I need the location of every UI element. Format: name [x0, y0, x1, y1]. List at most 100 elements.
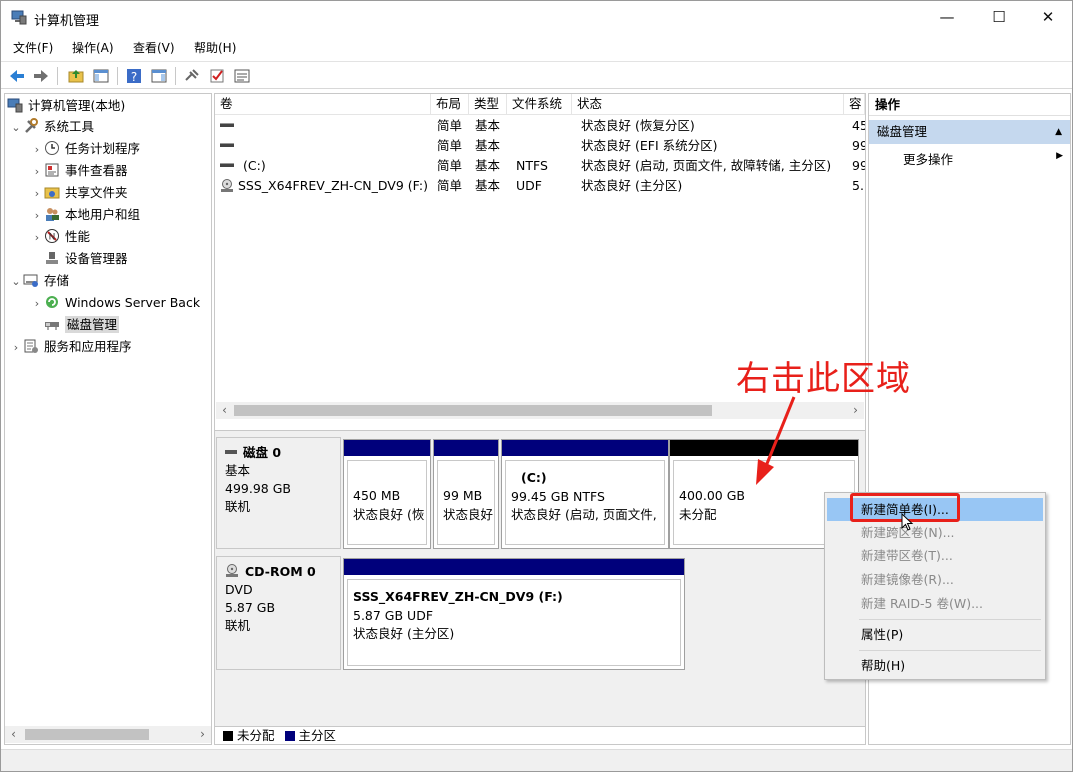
console-tree-pane: 计算机管理(本地) ⌄ 系统工具 › 任务计划程序 › 事件查看器 › 共享文件夹 › 本…: [4, 93, 212, 745]
primary-partition-bar: [344, 440, 430, 456]
disk-type: DVD: [225, 582, 253, 597]
volume-filesystem: NTFS: [516, 158, 548, 173]
tree-item-local-users[interactable]: › 本地用户和组: [30, 204, 140, 225]
expand-chevron-icon[interactable]: ›: [30, 161, 44, 182]
menu-view[interactable]: 查看(V): [133, 39, 175, 56]
close-button[interactable]: ✕: [1025, 1, 1071, 33]
menu-help[interactable]: 帮助(H): [194, 39, 236, 56]
back-arrow-icon[interactable]: [8, 67, 26, 85]
scroll-thumb[interactable]: [25, 729, 149, 740]
partition-c-drive[interactable]: (C:) 99.45 GB NTFS 状态良好 (启动, 页面文件,: [501, 439, 669, 549]
maximize-button[interactable]: ☐: [976, 1, 1022, 33]
column-header-status[interactable]: 状态: [572, 94, 844, 115]
menu-properties[interactable]: 属性(P): [827, 623, 1043, 646]
column-header-type[interactable]: 类型: [469, 94, 507, 115]
tree-label: 系统工具: [44, 119, 95, 134]
disk-management-icon: [45, 322, 59, 330]
tree-item-services-apps[interactable]: › 服务和应用程序: [9, 336, 132, 357]
expand-chevron-icon[interactable]: ›: [30, 293, 44, 314]
disk-name: 磁盘 0: [243, 445, 282, 460]
tree-item-device-manager[interactable]: 设备管理器: [44, 248, 128, 269]
annotation-arrow-icon: [756, 396, 796, 485]
tree-item-system-tools[interactable]: ⌄ 系统工具: [9, 116, 94, 137]
partition-status: 未分配: [679, 506, 717, 522]
volume-name: SSS_X64FREV_ZH-CN_DV9 (F:): [238, 178, 428, 193]
column-header-volume[interactable]: 卷: [215, 94, 431, 115]
tree-item-task-scheduler[interactable]: › 任务计划程序: [30, 138, 140, 159]
column-header-layout[interactable]: 布局: [431, 94, 469, 115]
scroll-left-icon[interactable]: ‹: [216, 402, 233, 419]
expand-chevron-icon[interactable]: ›: [30, 205, 44, 226]
partition-recovery[interactable]: 450 MB 状态良好 (恢: [343, 439, 431, 549]
scroll-right-icon[interactable]: ›: [194, 726, 211, 743]
menu-action[interactable]: 操作(A): [72, 39, 114, 56]
show-hide-console-tree-icon[interactable]: [92, 67, 110, 85]
column-header-capacity[interactable]: 容: [844, 94, 865, 115]
connect-icon[interactable]: [183, 67, 201, 85]
partition-efi[interactable]: 99 MB 状态良好: [433, 439, 499, 549]
menu-new-spanned-volume[interactable]: 新建跨区卷(N)...: [827, 521, 1043, 544]
tree-item-performance[interactable]: › N 性能: [30, 226, 90, 247]
volume-capacity: 5.: [852, 178, 864, 193]
primary-partition-bar: [502, 440, 668, 456]
volume-layout: 简单: [437, 138, 463, 153]
tree-item-windows-server-backup[interactable]: › Windows Server Back: [30, 292, 200, 313]
partition-size: 400.00 GB: [679, 488, 745, 503]
tree-label: 共享文件夹: [65, 185, 128, 200]
volume-row[interactable]: 简单 基本 状态良好 (恢复分区) 45: [215, 116, 865, 136]
shared-folder-icon: [44, 187, 60, 199]
volume-status: 状态良好 (EFI 系统分区): [581, 138, 718, 153]
legend-unallocated-swatch: [223, 731, 233, 741]
submenu-arrow-icon[interactable]: ▶: [1056, 151, 1063, 161]
volume-row[interactable]: (C:) 简单 基本 NTFS 状态良好 (启动, 页面文件, 故障转储, 主分…: [215, 156, 865, 176]
scroll-left-icon[interactable]: ‹: [5, 726, 22, 743]
cdrom-0-label[interactable]: CD-ROM 0 DVD 5.87 GB 联机: [216, 556, 341, 670]
minimize-button[interactable]: —: [924, 1, 970, 33]
mouse-cursor-icon: [901, 513, 914, 531]
toolbar: ?: [1, 61, 1072, 89]
tree-item-shared-folders[interactable]: › 共享文件夹: [30, 182, 128, 203]
expand-chevron-icon[interactable]: ›: [30, 183, 44, 204]
computer-management-icon: [7, 98, 23, 113]
check-icon[interactable]: [208, 67, 226, 85]
menu-help-item[interactable]: 帮助(H): [827, 654, 1043, 677]
disk-state: 联机: [225, 499, 251, 514]
menu-new-striped-volume[interactable]: 新建带区卷(T)...: [827, 544, 1043, 567]
tree-label: 设备管理器: [65, 251, 128, 266]
computer-management-icon: [11, 10, 27, 25]
expand-chevron-icon[interactable]: ›: [30, 227, 44, 248]
volume-filesystem: UDF: [516, 178, 542, 193]
properties-list-icon[interactable]: [233, 67, 251, 85]
tree-item-root[interactable]: 计算机管理(本地): [7, 95, 125, 116]
up-folder-icon[interactable]: [67, 67, 85, 85]
actions-section-disk-management[interactable]: 磁盘管理 ▲: [869, 120, 1070, 144]
tree-item-event-viewer[interactable]: › 事件查看器: [30, 160, 128, 181]
show-hide-action-pane-icon[interactable]: [150, 67, 168, 85]
collapse-chevron-icon[interactable]: ⌄: [9, 271, 23, 292]
column-header-filesystem[interactable]: 文件系统: [507, 94, 572, 115]
menu-new-raid5-volume[interactable]: 新建 RAID-5 卷(W)...: [827, 592, 1043, 615]
collapse-triangle-icon[interactable]: ▲: [1055, 120, 1062, 144]
disk-0-label[interactable]: 磁盘 0 基本 499.98 GB 联机: [216, 437, 341, 549]
collapse-chevron-icon[interactable]: ⌄: [9, 117, 23, 138]
volume-status: 状态良好 (启动, 页面文件, 故障转储, 主分区): [581, 158, 832, 173]
scroll-thumb[interactable]: [234, 405, 712, 416]
tree-item-storage[interactable]: ⌄ 存储: [9, 270, 69, 291]
forward-arrow-icon[interactable]: [32, 67, 50, 85]
more-actions[interactable]: 更多操作: [903, 149, 953, 168]
menu-new-mirrored-volume[interactable]: 新建镜像卷(R)...: [827, 568, 1043, 591]
volume-layout: 简单: [437, 118, 463, 133]
scroll-right-icon[interactable]: ›: [847, 402, 864, 419]
title-bar: 计算机管理 — ☐ ✕: [1, 1, 1072, 35]
help-icon[interactable]: ?: [125, 67, 143, 85]
tree-horizontal-scrollbar[interactable]: ‹ ›: [5, 726, 211, 743]
partition-cdrom-f[interactable]: SSS_X64FREV_ZH-CN_DV9 (F:) 5.87 GB UDF 状…: [343, 558, 685, 670]
tools-icon: [25, 118, 38, 133]
expand-chevron-icon[interactable]: ›: [30, 139, 44, 160]
volume-row[interactable]: 简单 基本 状态良好 (EFI 系统分区) 99: [215, 136, 865, 156]
computer-management-window: 计算机管理 — ☐ ✕ 文件(F) 操作(A) 查看(V) 帮助(H) ? 计算…: [0, 0, 1073, 772]
volume-row[interactable]: SSS_X64FREV_ZH-CN_DV9 (F:) 简单 基本 UDF 状态良…: [215, 176, 865, 196]
tree-item-disk-management[interactable]: 磁盘管理: [44, 314, 120, 335]
expand-chevron-icon[interactable]: ›: [9, 337, 23, 358]
menu-file[interactable]: 文件(F): [13, 39, 53, 56]
